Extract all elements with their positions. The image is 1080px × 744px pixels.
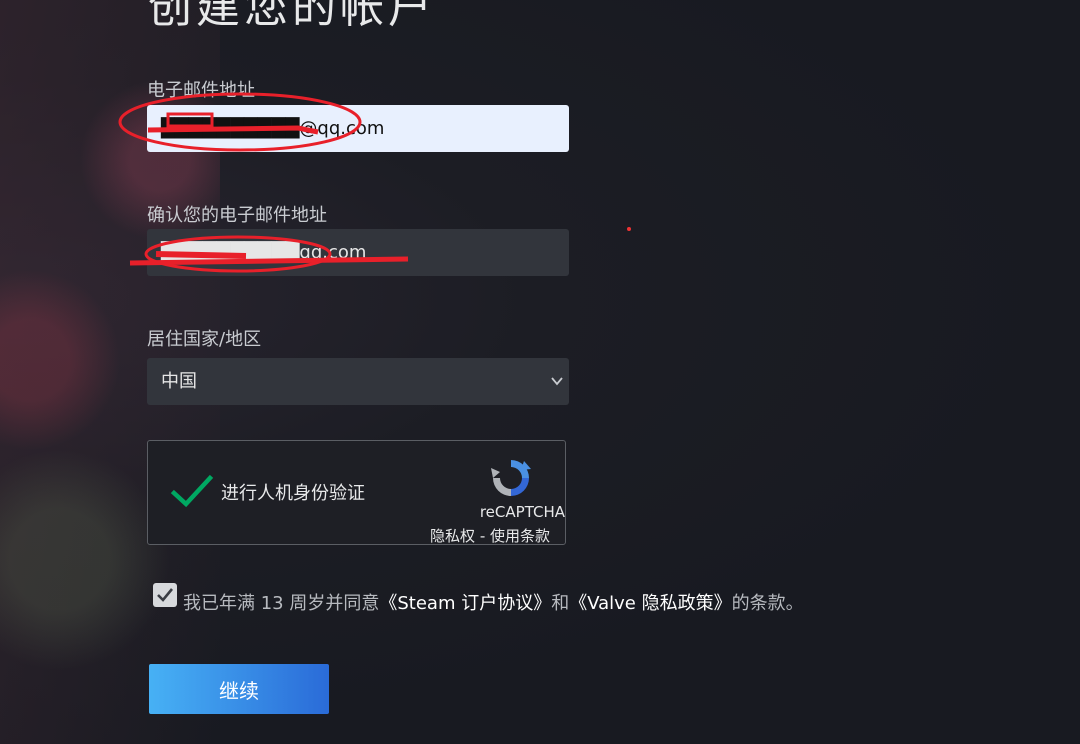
steam-subscriber-agreement-link[interactable]: 《Steam 订户协议》: [379, 593, 551, 614]
confirm-email-field-value: ██████████qq.com: [161, 242, 367, 263]
agreement-suffix: 的条款。: [731, 593, 804, 614]
recaptcha-links[interactable]: 隐私权 - 使用条款: [430, 525, 550, 546]
email-field-value: ██████████@qq.com: [161, 118, 385, 139]
agreement-prefix: 我已年满 13 周岁并同意: [183, 593, 380, 614]
captcha-prompt: 进行人机身份验证: [221, 483, 365, 504]
confirm-email-field[interactable]: ██████████qq.com: [147, 229, 569, 276]
agreement-text: 我已年满 13 周岁并同意《Steam 订户协议》和《Valve 隐私政策》的条…: [183, 589, 804, 615]
checkmark-icon[interactable]: [170, 471, 214, 511]
email-label: 电子邮件地址: [147, 80, 255, 101]
checkbox-check-icon: [157, 588, 174, 602]
continue-button[interactable]: 继续: [149, 664, 329, 714]
country-label: 居住国家/地区: [147, 329, 262, 350]
recaptcha-widget[interactable]: 进行人机身份验证 reCAPTCHA 隐私权 - 使用条款: [147, 440, 566, 545]
recaptcha-brand: reCAPTCHA: [479, 503, 565, 521]
country-select[interactable]: 中国: [147, 358, 569, 405]
email-field[interactable]: ██████████@qq.com: [147, 105, 569, 152]
red-dot-mark: [627, 227, 631, 231]
agreement-middle: 和: [551, 593, 570, 614]
recaptcha-logo-icon: [491, 460, 531, 496]
agree-checkbox[interactable]: [153, 583, 177, 607]
valve-privacy-policy-link[interactable]: 《Valve 隐私政策》: [569, 593, 731, 614]
chevron-down-icon: [551, 377, 563, 386]
steam-create-account-page: 创建您的帐户 电子邮件地址 ██████████@qq.com 确认您的电子邮件…: [0, 0, 1080, 744]
confirm-email-label: 确认您的电子邮件地址: [147, 205, 327, 226]
country-select-value: 中国: [161, 371, 197, 392]
page-title: 创建您的帐户: [148, 0, 436, 33]
